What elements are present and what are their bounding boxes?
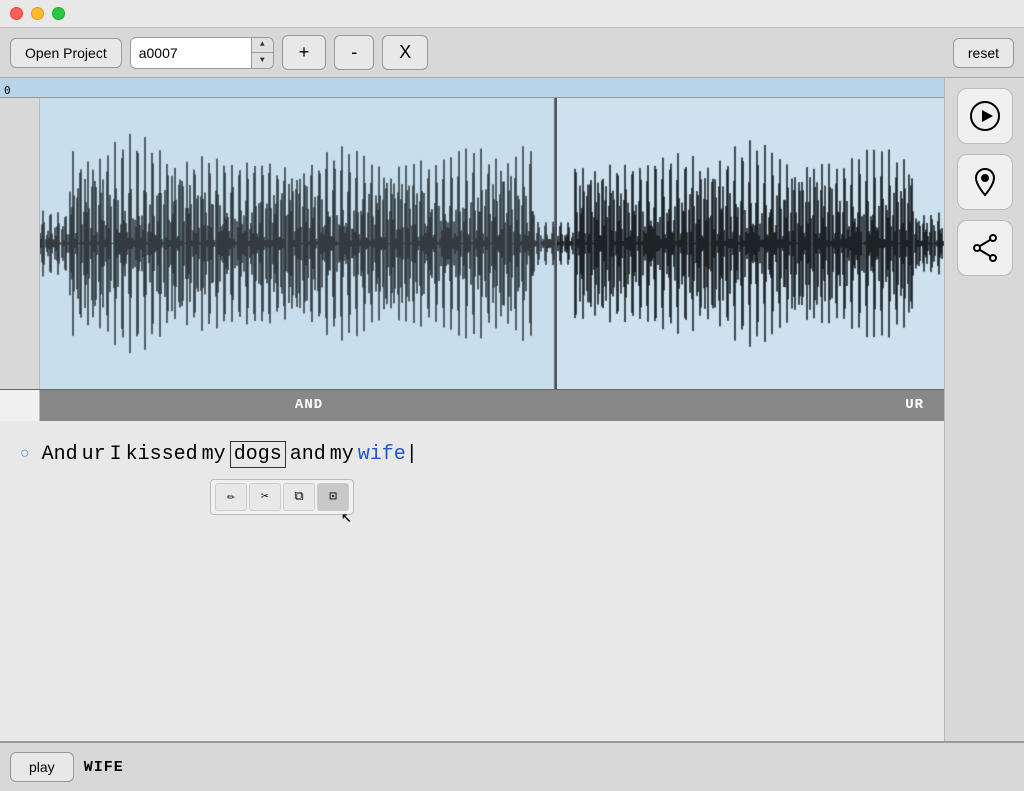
play-button-bottom[interactable]: play bbox=[10, 752, 74, 782]
maximize-button[interactable] bbox=[52, 7, 65, 20]
close-button[interactable]: X bbox=[382, 35, 428, 70]
open-project-button[interactable]: Open Project bbox=[10, 38, 122, 68]
word-dogs[interactable]: dogs bbox=[230, 441, 286, 468]
title-bar bbox=[0, 0, 1024, 28]
word-my2: my bbox=[330, 443, 354, 466]
word-my1: my bbox=[202, 443, 226, 466]
word-kissed: kissed bbox=[126, 443, 198, 466]
transcript-bullet: ○ bbox=[20, 445, 30, 463]
side-panel bbox=[944, 78, 1024, 741]
project-spinner[interactable]: ▲ ▼ bbox=[251, 38, 273, 68]
project-name-input[interactable] bbox=[131, 39, 251, 67]
share-button[interactable] bbox=[957, 220, 1013, 276]
word-wife[interactable]: wife bbox=[358, 443, 418, 466]
word-and2: and bbox=[290, 443, 326, 466]
play-button[interactable] bbox=[957, 88, 1013, 144]
waveform-panel: 0 AND UR ○ And ur I bbox=[0, 78, 944, 741]
timeline-start-label: 0 bbox=[4, 84, 11, 97]
segment-divider bbox=[555, 98, 557, 389]
timeline-ruler: 0 bbox=[0, 78, 944, 98]
segment-label-spacer bbox=[0, 390, 40, 421]
waveform-canvas-wrapper[interactable] bbox=[40, 98, 944, 389]
toolbar: Open Project ▲ ▼ + - X reset bbox=[0, 28, 1024, 78]
paste-icon: ⊡ bbox=[329, 489, 337, 504]
segment-ur-label: UR bbox=[578, 390, 944, 421]
transcript-line: ○ And ur I kissed my dogs and my wife bbox=[20, 441, 924, 468]
scissors-icon: ✂ bbox=[261, 489, 269, 504]
paste-button[interactable]: ⊡ ↖ bbox=[317, 483, 349, 511]
copy-icon: ⧉ bbox=[294, 489, 303, 504]
bottom-bar: play WIFE bbox=[0, 741, 1024, 791]
share-icon bbox=[969, 232, 1001, 264]
minus-button[interactable]: - bbox=[334, 35, 374, 70]
bottom-word-label: WIFE bbox=[84, 759, 124, 776]
project-name-field: ▲ ▼ bbox=[130, 37, 274, 69]
text-area[interactable]: ○ And ur I kissed my dogs and my wife ✏ … bbox=[0, 421, 944, 742]
waveform-left-column bbox=[0, 98, 40, 389]
minimize-button[interactable] bbox=[31, 7, 44, 20]
location-icon bbox=[969, 166, 1001, 198]
word-ur: ur bbox=[82, 443, 106, 466]
close-button[interactable] bbox=[10, 7, 23, 20]
mini-toolbar: ✏ ✂ ⧉ ⊡ ↖ bbox=[210, 479, 354, 515]
word-i: I bbox=[110, 443, 122, 466]
waveform-area bbox=[0, 98, 944, 389]
cursor-indicator: ↖ bbox=[341, 506, 352, 528]
edit-icon: ✏ bbox=[227, 489, 235, 504]
plus-button[interactable]: + bbox=[282, 35, 327, 70]
scissors-button[interactable]: ✂ bbox=[249, 483, 281, 511]
main-content: 0 AND UR ○ And ur I bbox=[0, 78, 1024, 741]
play-icon bbox=[969, 100, 1001, 132]
waveform-canvas bbox=[40, 98, 944, 389]
edit-button[interactable]: ✏ bbox=[215, 483, 247, 511]
reset-button[interactable]: reset bbox=[953, 38, 1014, 68]
segment-and-label: AND bbox=[40, 390, 578, 421]
copy-button[interactable]: ⧉ bbox=[283, 483, 315, 511]
location-button[interactable] bbox=[957, 154, 1013, 210]
spinner-up-icon[interactable]: ▲ bbox=[252, 38, 273, 54]
segment-labels-bar: AND UR bbox=[0, 389, 944, 421]
spinner-down-icon[interactable]: ▼ bbox=[252, 53, 273, 68]
word-and: And bbox=[42, 443, 78, 466]
